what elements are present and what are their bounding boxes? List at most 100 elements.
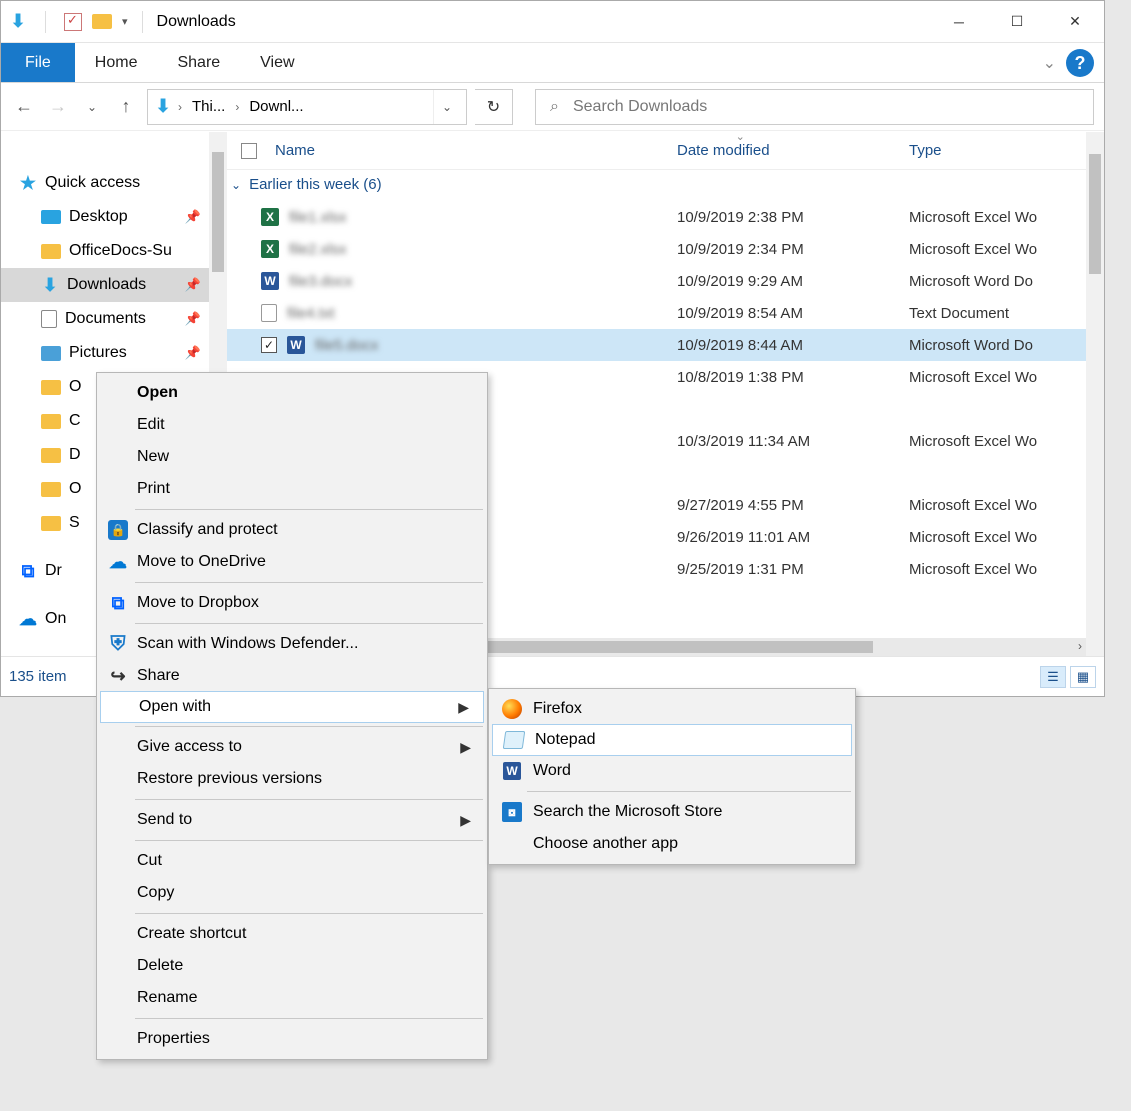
ctx-open[interactable]: Open <box>99 377 485 409</box>
ribbon-tabs: File Home Share View ⌄ ? <box>1 43 1104 83</box>
group-header[interactable]: ⌄ Earlier this week (6) <box>227 170 1104 201</box>
wrd-icon: W <box>261 272 279 290</box>
qat-properties-icon[interactable]: ✓ <box>64 13 82 31</box>
home-tab[interactable]: Home <box>75 43 158 82</box>
file-row[interactable]: Wfile3.docx10/9/2019 9:29 AMMicrosoft Wo… <box>227 265 1104 297</box>
breadcrumb-this-pc[interactable]: Thi... <box>188 98 229 115</box>
ctx-delete[interactable]: Delete <box>99 950 485 982</box>
folder-icon <box>41 516 61 531</box>
ctx-restore-versions[interactable]: Restore previous versions <box>99 763 485 795</box>
xls-icon: X <box>261 240 279 258</box>
openwith-choose[interactable]: Choose another app <box>491 828 853 860</box>
file-row[interactable]: Xfile1.xlsx10/9/2019 2:38 PMMicrosoft Ex… <box>227 201 1104 233</box>
search-box[interactable]: ⌕ Search Downloads <box>535 89 1094 125</box>
sidebar-pictures[interactable]: Pictures📌 <box>1 336 209 370</box>
ctx-label: Scan with Windows Defender... <box>137 635 358 653</box>
sidebar-label: S <box>69 514 80 532</box>
ctx-properties[interactable]: Properties <box>99 1023 485 1055</box>
group-label: Earlier this week (6) <box>249 176 382 193</box>
sidebar-officedocs[interactable]: OfficeDocs-Su <box>1 234 209 268</box>
share-tab[interactable]: Share <box>157 43 240 82</box>
maximize-button[interactable]: ☐ <box>988 1 1046 43</box>
ctx-move-onedrive[interactable]: ☁Move to OneDrive <box>99 546 485 578</box>
submenu-arrow-icon: ▶ <box>458 699 469 716</box>
details-view-button[interactable]: ☰ <box>1040 666 1066 688</box>
file-type: Microsoft Excel Wo <box>899 241 1104 258</box>
ctx-print[interactable]: Print <box>99 473 485 505</box>
select-all-checkbox[interactable] <box>241 143 257 159</box>
minimize-button[interactable]: ─ <box>930 1 988 43</box>
ctx-classify[interactable]: 🔒Classify and protect <box>99 514 485 546</box>
column-type[interactable]: Type <box>909 142 942 159</box>
file-date: 10/9/2019 9:29 AM <box>667 273 899 290</box>
firefox-icon <box>502 699 522 719</box>
ribbon-collapse-icon[interactable]: ⌄ <box>1037 43 1062 82</box>
ctx-create-shortcut[interactable]: Create shortcut <box>99 918 485 950</box>
file-date: 10/9/2019 2:38 PM <box>667 209 899 226</box>
file-row[interactable]: Xfile2.xlsx10/9/2019 2:34 PMMicrosoft Ex… <box>227 233 1104 265</box>
wrd-icon: W <box>287 336 305 354</box>
openwith-store[interactable]: ⧇Search the Microsoft Store <box>491 796 853 828</box>
downloads-icon: ⬇ <box>41 276 59 294</box>
address-dropdown-icon[interactable]: ⌄ <box>433 90 460 124</box>
pin-icon: 📌 <box>185 345 201 361</box>
ctx-edit[interactable]: Edit <box>99 409 485 441</box>
file-name: file1.xlsx <box>289 209 347 226</box>
breadcrumb-downloads[interactable]: Downl... <box>245 98 307 115</box>
chevron-right-icon[interactable]: › <box>235 100 239 114</box>
openwith-notepad[interactable]: Notepad <box>492 724 852 756</box>
ctx-move-dropbox[interactable]: ⧉Move to Dropbox <box>99 587 485 619</box>
forward-button[interactable]: → <box>45 94 71 120</box>
scrollbar-thumb[interactable] <box>1089 154 1101 274</box>
sidebar-label: O <box>69 480 81 498</box>
content-vscrollbar[interactable] <box>1086 132 1104 656</box>
file-date: 10/9/2019 8:44 AM <box>667 337 899 354</box>
ctx-give-access[interactable]: Give access to▶ <box>99 731 485 763</box>
scrollbar-thumb[interactable] <box>212 152 224 272</box>
sidebar-downloads[interactable]: ⬇Downloads📌 <box>1 268 209 302</box>
window-title: Downloads <box>157 13 236 31</box>
openwith-firefox[interactable]: Firefox <box>491 693 853 725</box>
ctx-label: Give access to <box>137 738 242 756</box>
open-with-submenu: Firefox Notepad WWord ⧇Search the Micros… <box>488 688 856 865</box>
txt-icon <box>261 304 277 322</box>
ctx-share[interactable]: ↪Share <box>99 660 485 692</box>
file-tab[interactable]: File <box>1 43 75 82</box>
ctx-rename[interactable]: Rename <box>99 982 485 1014</box>
column-name[interactable]: Name <box>275 142 315 159</box>
recent-dropdown-icon[interactable]: ⌄ <box>79 94 105 120</box>
qat-new-folder-icon[interactable] <box>92 14 112 29</box>
chevron-right-icon[interactable]: › <box>178 100 182 114</box>
openwith-word[interactable]: WWord <box>491 755 853 787</box>
file-date: 9/25/2019 1:31 PM <box>667 561 899 578</box>
sidebar-label: On <box>45 610 66 628</box>
ctx-send-to[interactable]: Send to▶ <box>99 804 485 836</box>
help-button[interactable]: ? <box>1066 49 1094 77</box>
search-icon: ⌕ <box>550 98 559 116</box>
refresh-button[interactable]: ↻ <box>475 89 513 125</box>
folder-icon <box>41 244 61 259</box>
documents-icon <box>41 310 57 328</box>
ctx-defender[interactable]: ⛨Scan with Windows Defender... <box>99 628 485 660</box>
up-button[interactable]: ↑ <box>113 94 139 120</box>
view-tab[interactable]: View <box>240 43 314 82</box>
back-button[interactable]: ← <box>11 94 37 120</box>
sidebar-documents[interactable]: Documents📌 <box>1 302 209 336</box>
sidebar-desktop[interactable]: Desktop📌 <box>1 200 209 234</box>
address-bar[interactable]: ⬇ › Thi... › Downl... ⌄ <box>147 89 467 125</box>
ctx-open-with[interactable]: Open with▶ <box>100 691 484 723</box>
file-row[interactable]: ✓Wfile5.docx10/9/2019 8:44 AMMicrosoft W… <box>227 329 1104 361</box>
column-date[interactable]: Date modified <box>677 142 770 159</box>
ctx-copy[interactable]: Copy <box>99 877 485 909</box>
file-date: 10/3/2019 11:34 AM <box>667 433 899 450</box>
sidebar-label: O <box>69 378 81 396</box>
qat-dropdown-icon[interactable]: ▾ <box>122 15 128 28</box>
row-checkbox[interactable]: ✓ <box>261 337 277 353</box>
sidebar-quick-access[interactable]: ★Quick access <box>1 166 209 200</box>
file-name: file5.docx <box>315 337 378 354</box>
ctx-cut[interactable]: Cut <box>99 845 485 877</box>
thumbnails-view-button[interactable]: ▦ <box>1070 666 1096 688</box>
close-button[interactable]: ✕ <box>1046 1 1104 43</box>
ctx-new[interactable]: New <box>99 441 485 473</box>
file-row[interactable]: file4.txt10/9/2019 8:54 AMText Document <box>227 297 1104 329</box>
